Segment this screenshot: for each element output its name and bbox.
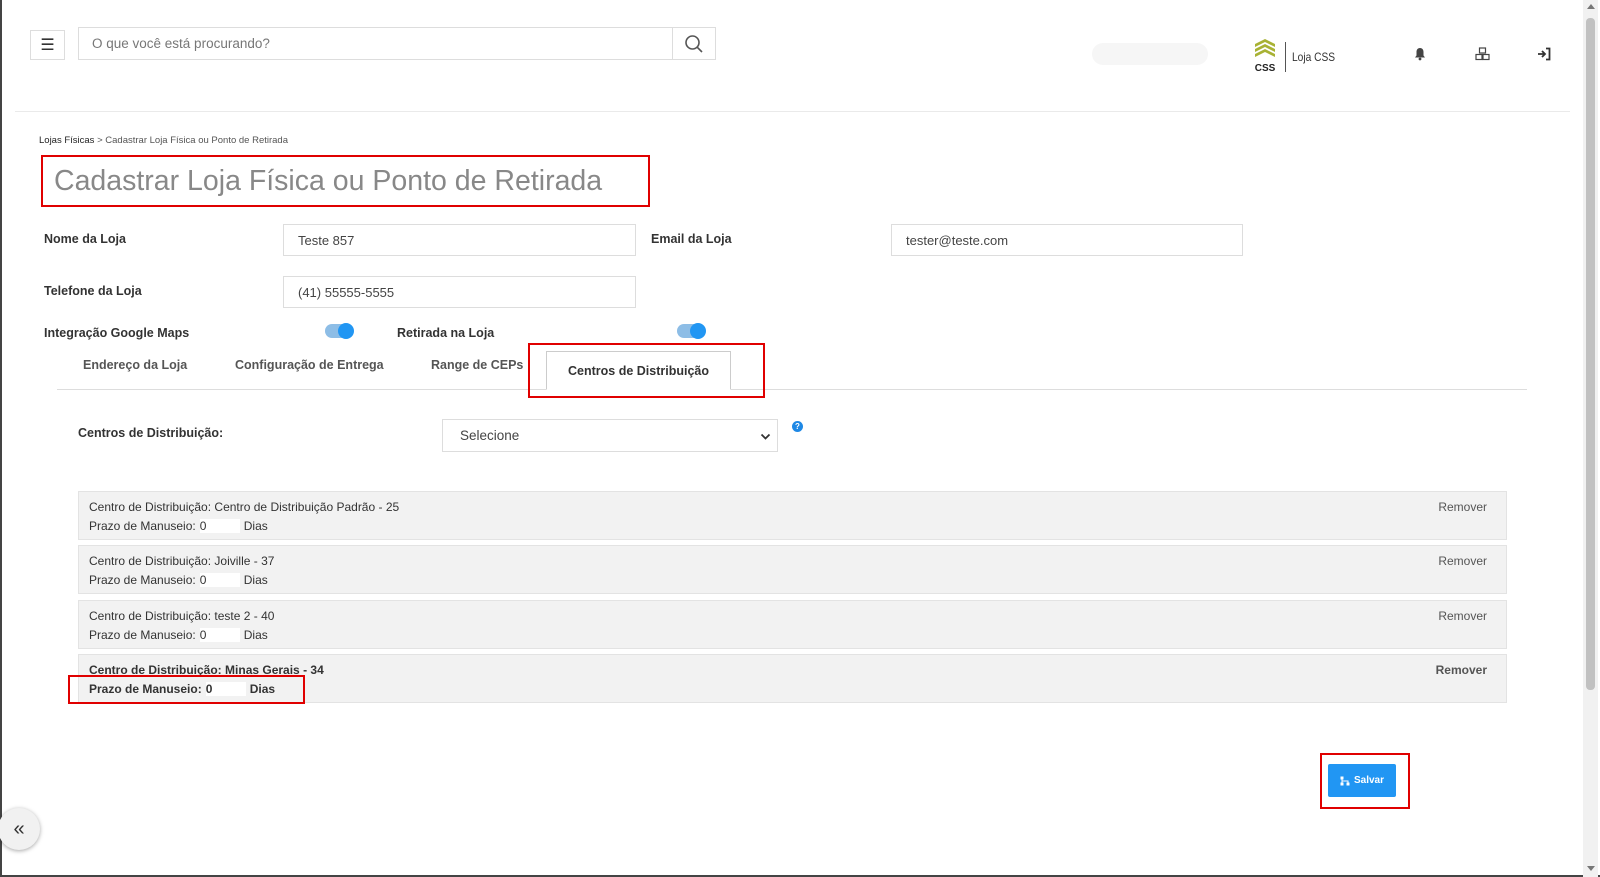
save-button-label: Salvar — [1353, 775, 1385, 786]
logo-divider — [1285, 42, 1286, 72]
tab-configuracao-entrega[interactable]: Configuração de Entrega — [235, 358, 384, 372]
user-pill — [1092, 43, 1208, 65]
phone-label: Telefone da Loja — [44, 284, 142, 298]
distribution-item-prazo: Prazo de Manuseio: 0 Dias — [89, 519, 268, 533]
store-name: Loja CSS — [1292, 50, 1336, 64]
tabs-divider — [57, 389, 1527, 390]
header-divider — [15, 111, 1570, 112]
distribution-item: Centro de Distribuição: teste 2 - 40 Pra… — [78, 600, 1507, 649]
distribution-item-prazo: Prazo de Manuseio: 0 Dias — [89, 682, 276, 696]
distribution-item-name: Centro de Distribuição: Minas Gerais - 3… — [89, 663, 324, 677]
distribution-item: Centro de Distribuição: Minas Gerais - 3… — [78, 654, 1507, 703]
tab-range-ceps[interactable]: Range de CEPs — [431, 358, 523, 372]
breadcrumb-current: Cadastrar Loja Física ou Ponto de Retira… — [105, 135, 288, 146]
remove-link[interactable]: Remover — [1438, 500, 1487, 514]
save-button[interactable]: Salvar — [1328, 764, 1396, 797]
google-maps-toggle[interactable] — [325, 323, 354, 339]
distribution-item-name: Centro de Distribuição: Centro de Distri… — [89, 500, 400, 514]
search-button[interactable] — [672, 28, 715, 59]
distribution-label: Centros de Distribuição: — [78, 426, 224, 440]
email-input[interactable] — [891, 224, 1243, 256]
modules-button[interactable] — [1474, 46, 1490, 62]
tab-endereco[interactable]: Endereço da Loja — [83, 358, 187, 372]
scroll-up-icon[interactable] — [1587, 4, 1595, 9]
breadcrumb-root-link[interactable]: Lojas Físicas — [39, 135, 94, 146]
browser-frame — [0, 0, 1600, 877]
question-circle-icon[interactable]: ? — [792, 421, 803, 432]
distribution-item-name: Centro de Distribuição: Joiville - 37 — [89, 554, 275, 568]
menu-button[interactable]: ☰ — [30, 30, 65, 60]
css-logo: CSS — [1255, 39, 1276, 74]
sitemap-icon — [1340, 776, 1350, 785]
hamburger-icon: ☰ — [40, 37, 55, 54]
distribution-item: Centro de Distribuição: Joiville - 37 Pr… — [78, 545, 1507, 594]
distribution-select-value: Selecione — [460, 428, 520, 443]
search-input[interactable] — [79, 28, 673, 59]
breadcrumb-separator: > — [97, 135, 103, 146]
notifications-button[interactable] — [1412, 46, 1428, 62]
email-label: Email da Loja — [651, 232, 732, 246]
scrollbar-thumb[interactable] — [1586, 18, 1595, 690]
remove-link[interactable]: Remover — [1438, 609, 1487, 623]
svg-text:CSS: CSS — [1255, 63, 1276, 74]
prazo-input[interactable]: 0 — [205, 682, 246, 696]
distribution-item-name: Centro de Distribuição: teste 2 - 40 — [89, 609, 275, 623]
breadcrumb: Lojas Físicas > Cadastrar Loja Física ou… — [39, 135, 288, 146]
search-box — [78, 27, 716, 60]
store-name-input[interactable] — [283, 224, 636, 256]
distribution-item-prazo: Prazo de Manuseio: 0 Dias — [89, 628, 268, 642]
collapse-sidebar-button[interactable]: « — [0, 808, 40, 850]
prazo-input[interactable]: 0 — [199, 573, 240, 587]
chevron-down-icon — [760, 433, 771, 440]
google-maps-label: Integração Google Maps — [44, 326, 190, 340]
remove-link[interactable]: Remover — [1436, 663, 1487, 677]
logout-button[interactable] — [1536, 46, 1552, 62]
tab-centros-distribuicao[interactable]: Centros de Distribuição — [546, 351, 731, 390]
pickup-toggle[interactable] — [677, 323, 706, 339]
double-chevron-left-icon: « — [13, 817, 25, 840]
search-icon — [685, 34, 703, 53]
sign-in-icon — [1538, 47, 1551, 61]
remove-link[interactable]: Remover — [1438, 554, 1487, 568]
prazo-input[interactable]: 0 — [199, 519, 240, 533]
distribution-item-prazo: Prazo de Manuseio: 0 Dias — [89, 573, 268, 587]
distribution-item: Centro de Distribuição: Centro de Distri… — [78, 491, 1507, 540]
prazo-input[interactable]: 0 — [199, 628, 240, 642]
scroll-down-icon[interactable] — [1587, 866, 1595, 871]
phone-input[interactable] — [283, 276, 636, 308]
distribution-select[interactable]: Selecione — [442, 419, 778, 452]
cubes-icon — [1474, 47, 1490, 61]
page-title: Cadastrar Loja Física ou Ponto de Retira… — [54, 165, 603, 197]
store-name-label: Nome da Loja — [44, 232, 126, 246]
bell-icon — [1415, 48, 1425, 61]
pickup-label: Retirada na Loja — [397, 326, 495, 340]
